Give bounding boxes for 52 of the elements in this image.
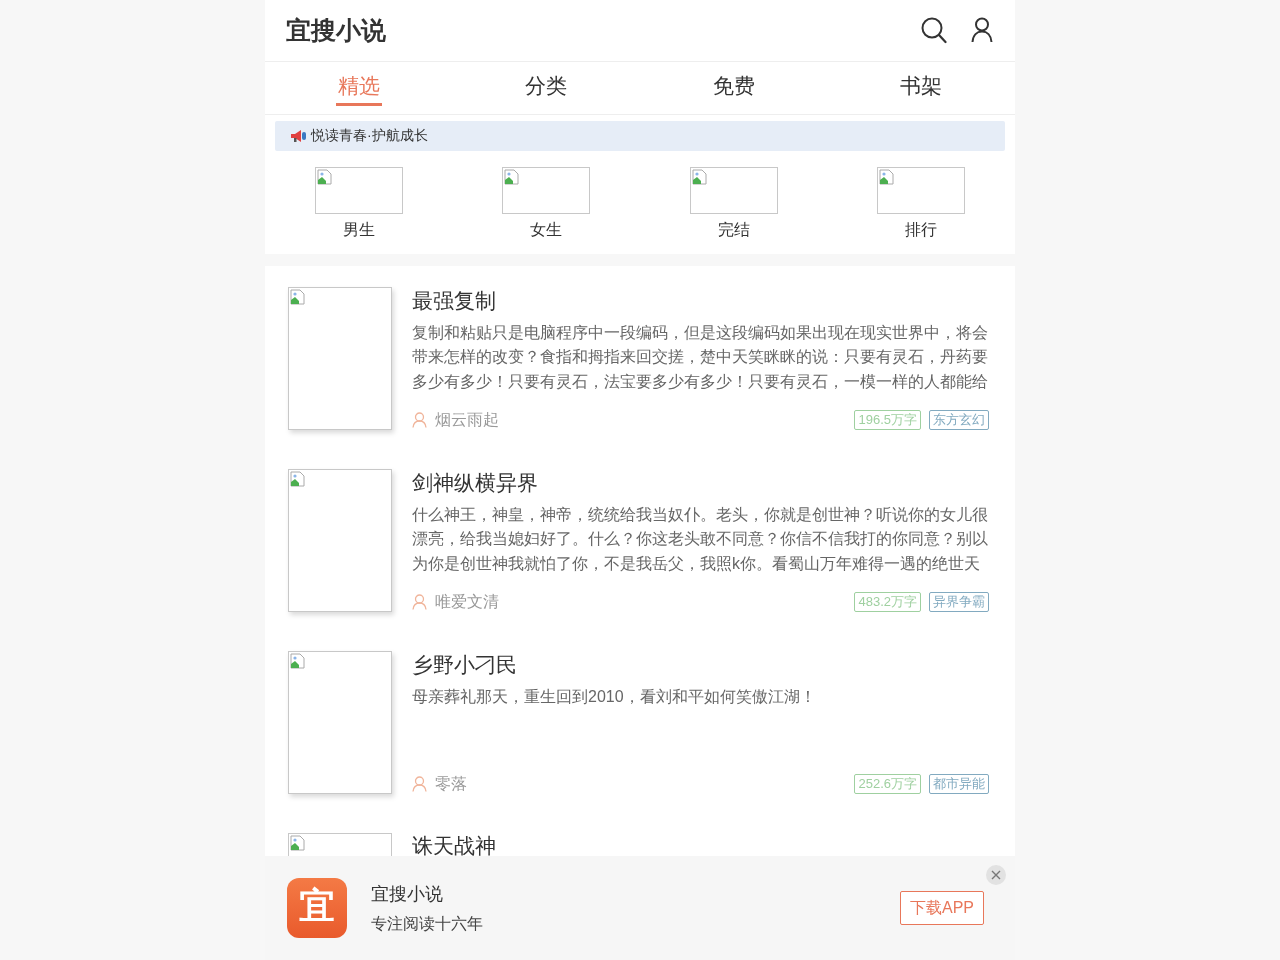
category-image[interactable]	[689, 166, 778, 214]
author-icon	[412, 593, 427, 610]
word-count-tag: 196.5万字	[854, 409, 921, 430]
category-label[interactable]: 排行	[905, 217, 938, 242]
author-name: 烟云雨起	[435, 409, 499, 430]
category-image[interactable]	[314, 166, 403, 214]
broken-image-icon	[691, 168, 708, 185]
word-count-tag: 483.2万字	[854, 591, 921, 612]
broken-image-icon	[290, 470, 306, 487]
close-button[interactable]	[986, 865, 1006, 885]
word-count-tag: 252.6万字	[854, 773, 921, 794]
author-name: 零落	[435, 773, 467, 794]
app-title: 宜搜小说	[286, 14, 386, 46]
broken-image-icon	[504, 168, 521, 185]
book-title[interactable]: 乡野小刁民	[412, 650, 989, 679]
category-label[interactable]: 女生	[530, 217, 563, 242]
category-label[interactable]: 男生	[342, 217, 375, 242]
broken-image-icon	[290, 834, 306, 851]
genre-tag: 都市异能	[929, 773, 989, 794]
book-title[interactable]: 诛天战神	[412, 832, 989, 856]
app-logo: 宜	[287, 878, 347, 938]
author-icon	[412, 775, 427, 792]
book-cover[interactable]	[288, 286, 392, 430]
category-image[interactable]	[877, 166, 966, 214]
user-icon[interactable]	[971, 17, 993, 44]
book-title[interactable]: 剑神纵横异界	[412, 468, 989, 497]
book-description: 复制和粘贴只是电脑程序中一段编码，但是这段编码如果出现在现实世界中，将会带来怎样的改变？食指和拇指来回交搓，楚中天笑眯眯的说：只要有灵石，丹药要多少有多少！只要有灵石，法宝要多少有多少！只要有灵石，一模一样的人都能给	[412, 322, 989, 392]
broken-image-icon	[879, 168, 896, 185]
broken-image-icon	[316, 168, 333, 185]
book-description: 什么神王，神皇，神帝，统统给我当奴仆。老头，你就是创世神？听说你的女儿很漂亮，给我当媳妇好了。什么？你这老头敢不同意？你信不信我打的你同意？别以为你是创世神我就怕了你，不是我岳父，我照k你。看蜀山万年难得一遇的绝世天	[412, 504, 989, 574]
book-cover[interactable]	[288, 832, 392, 856]
nav-tab[interactable]: 书架	[898, 70, 945, 106]
search-icon[interactable]	[921, 16, 947, 44]
app-name: 宜搜小说	[371, 882, 444, 906]
nav-tab[interactable]: 分类	[523, 70, 570, 106]
broken-image-icon	[290, 652, 306, 669]
nav-tab[interactable]: 免费	[710, 70, 757, 106]
megaphone-icon	[290, 128, 307, 143]
book-description: 母亲葬礼那天，重生回到2010，看刘和平如何笑傲江湖！	[412, 686, 817, 707]
book-cover[interactable]	[288, 650, 392, 794]
book-title[interactable]: 最强复制	[412, 286, 989, 315]
app-tagline: 专注阅读十六年	[371, 913, 483, 934]
genre-tag: 异界争霸	[929, 591, 989, 612]
genre-tag: 东方玄幻	[929, 409, 989, 430]
category-label[interactable]: 完结	[717, 217, 750, 242]
broken-image-icon	[290, 288, 306, 305]
notice-text: 悦读青春·护航成长	[311, 126, 428, 145]
author-icon	[412, 411, 427, 428]
category-image[interactable]	[502, 166, 591, 214]
author-name: 唯爱文清	[435, 591, 499, 612]
close-icon	[991, 870, 1001, 880]
book-cover[interactable]	[288, 468, 392, 612]
